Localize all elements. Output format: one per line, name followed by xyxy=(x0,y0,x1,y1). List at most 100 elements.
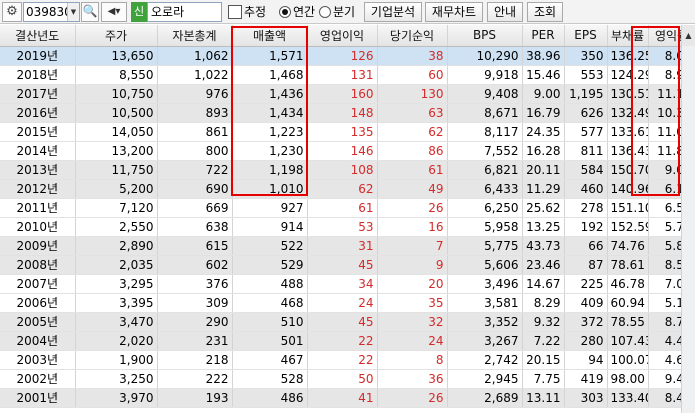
eps-cell: 1,195 xyxy=(564,84,608,104)
company-name-field[interactable]: 오로라 xyxy=(147,2,222,22)
table-row[interactable]: 2017년 10,750 976 1,436 160 130 9,408 9.00 1,195 1… xyxy=(0,84,695,104)
chevron-down-icon[interactable]: ▼ xyxy=(67,3,79,21)
year-cell: 2005년 xyxy=(0,312,76,332)
net-income-cell: 20 xyxy=(377,274,448,294)
table-row[interactable]: 2001년3,97019348641262,68913.11303133.408… xyxy=(0,388,695,408)
debt-ratio-cell: 151.10 xyxy=(607,198,649,218)
eps-cell: 372 xyxy=(564,312,608,332)
net-income-cell: 9 xyxy=(377,255,448,275)
table-row[interactable]: 2010년2,55063891453165,95813.25192152.595… xyxy=(0,217,695,237)
bps-cell: 2,689 xyxy=(447,388,523,408)
col-header-sales[interactable]: 매출액 xyxy=(232,25,308,47)
stock-code-value[interactable]: 039830 xyxy=(24,3,72,21)
table-row[interactable]: 2006년 3,395 309 468 24 35 3,581 8.29 409 60.94 5.1… xyxy=(0,293,695,313)
col-header-eps[interactable]: EPS xyxy=(564,25,608,47)
eps-cell: 350 xyxy=(564,46,608,66)
debt-ratio-cell: 100.07 xyxy=(607,350,649,370)
table-row[interactable]: 2015년 14,050 861 1,223 135 62 8,117 24.35 577 133… xyxy=(0,122,695,142)
speaker-icon[interactable]: ◀▾ xyxy=(101,2,127,22)
col-header-year[interactable]: 결산년도 xyxy=(0,25,76,47)
equity-cell: 976 xyxy=(157,84,233,104)
operating-profit-cell: 126 xyxy=(307,46,378,66)
scroll-up-icon[interactable]: ▲ xyxy=(682,25,695,46)
per-cell: 38.96 xyxy=(522,46,565,66)
estimate-label: 추정 xyxy=(244,5,267,19)
equity-cell: 602 xyxy=(157,255,233,275)
eps-cell: 225 xyxy=(564,274,608,294)
col-header-price[interactable]: 주가 xyxy=(75,25,158,47)
table-row[interactable]: 2011년7,12066992761266,25025.62278151.106… xyxy=(0,198,695,218)
equity-cell: 222 xyxy=(157,369,233,389)
table-row[interactable]: 2005년 3,470 290 510 45 32 3,352 9.32 372 78.55 8.7… xyxy=(0,312,695,332)
table-row[interactable]: 2009년 2,890 615 522 31 7 5,775 43.73 66 74.76 5.88 xyxy=(0,236,695,256)
table-row[interactable]: 2018년 8,550 1,022 1,468 131 60 9,918 15.46 553 12… xyxy=(0,65,695,85)
col-header-operating-profit[interactable]: 영업이익 xyxy=(307,25,378,47)
net-income-cell: 62 xyxy=(377,122,448,142)
table-row[interactable]: 2003년1,9002184672282,74220.1594100.074.6… xyxy=(0,350,695,370)
col-header-per[interactable]: PER xyxy=(522,25,565,47)
bps-cell: 8,117 xyxy=(447,122,523,142)
table-row[interactable]: 2014년 13,200 800 1,230 146 86 7,552 16.28 811 136… xyxy=(0,141,695,161)
equity-cell: 615 xyxy=(157,236,233,256)
net-income-cell: 130 xyxy=(377,84,448,104)
per-cell: 20.15 xyxy=(522,350,565,370)
bps-cell: 5,606 xyxy=(447,255,523,275)
table-row[interactable]: 2007년 3,295 376 488 34 20 3,496 14.67 225 46.78 7.… xyxy=(0,274,695,294)
per-cell: 20.11 xyxy=(522,160,565,180)
company-analysis-button[interactable]: 기업분석 xyxy=(364,2,422,22)
col-header-equity[interactable]: 자본총계 xyxy=(157,25,233,47)
table-row[interactable]: 2016년 10,500 893 1,434 148 63 8,671 16.79 626 132… xyxy=(0,103,695,123)
financial-chart-button[interactable]: 재무차트 xyxy=(425,2,483,22)
year-cell: 2010년 xyxy=(0,217,76,237)
operating-profit-cell: 135 xyxy=(307,122,378,142)
equity-cell: 376 xyxy=(157,274,233,294)
col-header-bps[interactable]: BPS xyxy=(447,25,523,47)
table-row[interactable]: 2004년2,02023150122243,2677.22280107.434.… xyxy=(0,331,695,351)
estimate-checkbox[interactable] xyxy=(228,5,242,19)
bps-cell: 5,775 xyxy=(447,236,523,256)
year-cell: 2012년 xyxy=(0,179,76,199)
price-cell: 2,550 xyxy=(75,217,158,237)
net-income-cell: 60 xyxy=(377,65,448,85)
equity-cell: 800 xyxy=(157,141,233,161)
annual-radio[interactable] xyxy=(279,6,291,18)
eps-cell: 280 xyxy=(564,331,608,351)
year-cell: 2006년 xyxy=(0,293,76,313)
price-cell: 3,250 xyxy=(75,369,158,389)
net-income-cell: 36 xyxy=(377,369,448,389)
equity-cell: 218 xyxy=(157,350,233,370)
year-cell: 2019년 xyxy=(0,46,76,66)
header-row: 결산년도 주가 자본총계 매출액 영업이익 당기순익 BPS PER EPS 부… xyxy=(0,25,695,47)
per-cell: 15.46 xyxy=(522,65,565,85)
eps-cell: 94 xyxy=(564,350,608,370)
eps-cell: 811 xyxy=(564,141,608,161)
gear-icon[interactable]: ⚙ xyxy=(2,2,22,22)
per-cell: 9.32 xyxy=(522,312,565,332)
table-row[interactable]: 2013년 11,750 722 1,198 108 61 6,821 20.11 584 150… xyxy=(0,160,695,180)
operating-profit-cell: 61 xyxy=(307,198,378,218)
net-income-cell: 32 xyxy=(377,312,448,332)
debt-ratio-cell: 98.00 xyxy=(607,369,649,389)
table-row[interactable]: 2002년 3,250 222 528 50 36 2,945 7.75 419 98.00 9.4… xyxy=(0,369,695,389)
price-cell: 2,035 xyxy=(75,255,158,275)
table-row[interactable]: 2008년 2,035 602 529 45 9 5,606 23.46 87 78.61 8.52 xyxy=(0,255,695,275)
year-cell: 2013년 xyxy=(0,160,76,180)
col-header-debt-ratio[interactable]: 부채률 xyxy=(607,25,649,47)
quarter-radio[interactable] xyxy=(319,6,331,18)
net-income-cell: 49 xyxy=(377,179,448,199)
eps-cell: 278 xyxy=(564,198,608,218)
col-header-net-income[interactable]: 당기순익 xyxy=(377,25,448,47)
table-row[interactable]: 2019년 13,650 1,062 1,571 126 38 10,290 38.96 350… xyxy=(0,46,695,66)
debt-ratio-cell: 152.59 xyxy=(607,217,649,237)
equity-cell: 690 xyxy=(157,179,233,199)
bps-cell: 3,581 xyxy=(447,293,523,313)
search-icon[interactable]: 🔍 xyxy=(81,2,99,22)
year-cell: 2017년 xyxy=(0,84,76,104)
stock-code-combobox[interactable]: 039830 ▼ xyxy=(23,2,80,22)
guide-button[interactable]: 안내 xyxy=(487,2,523,22)
vertical-scrollbar[interactable]: ▲ xyxy=(681,25,695,413)
table-row[interactable]: 2012년 5,200 690 1,010 62 49 6,433 11.29 460 140.9… xyxy=(0,179,695,199)
query-button[interactable]: 조회 xyxy=(527,2,563,22)
net-income-cell: 26 xyxy=(377,198,448,218)
net-income-cell: 38 xyxy=(377,46,448,66)
